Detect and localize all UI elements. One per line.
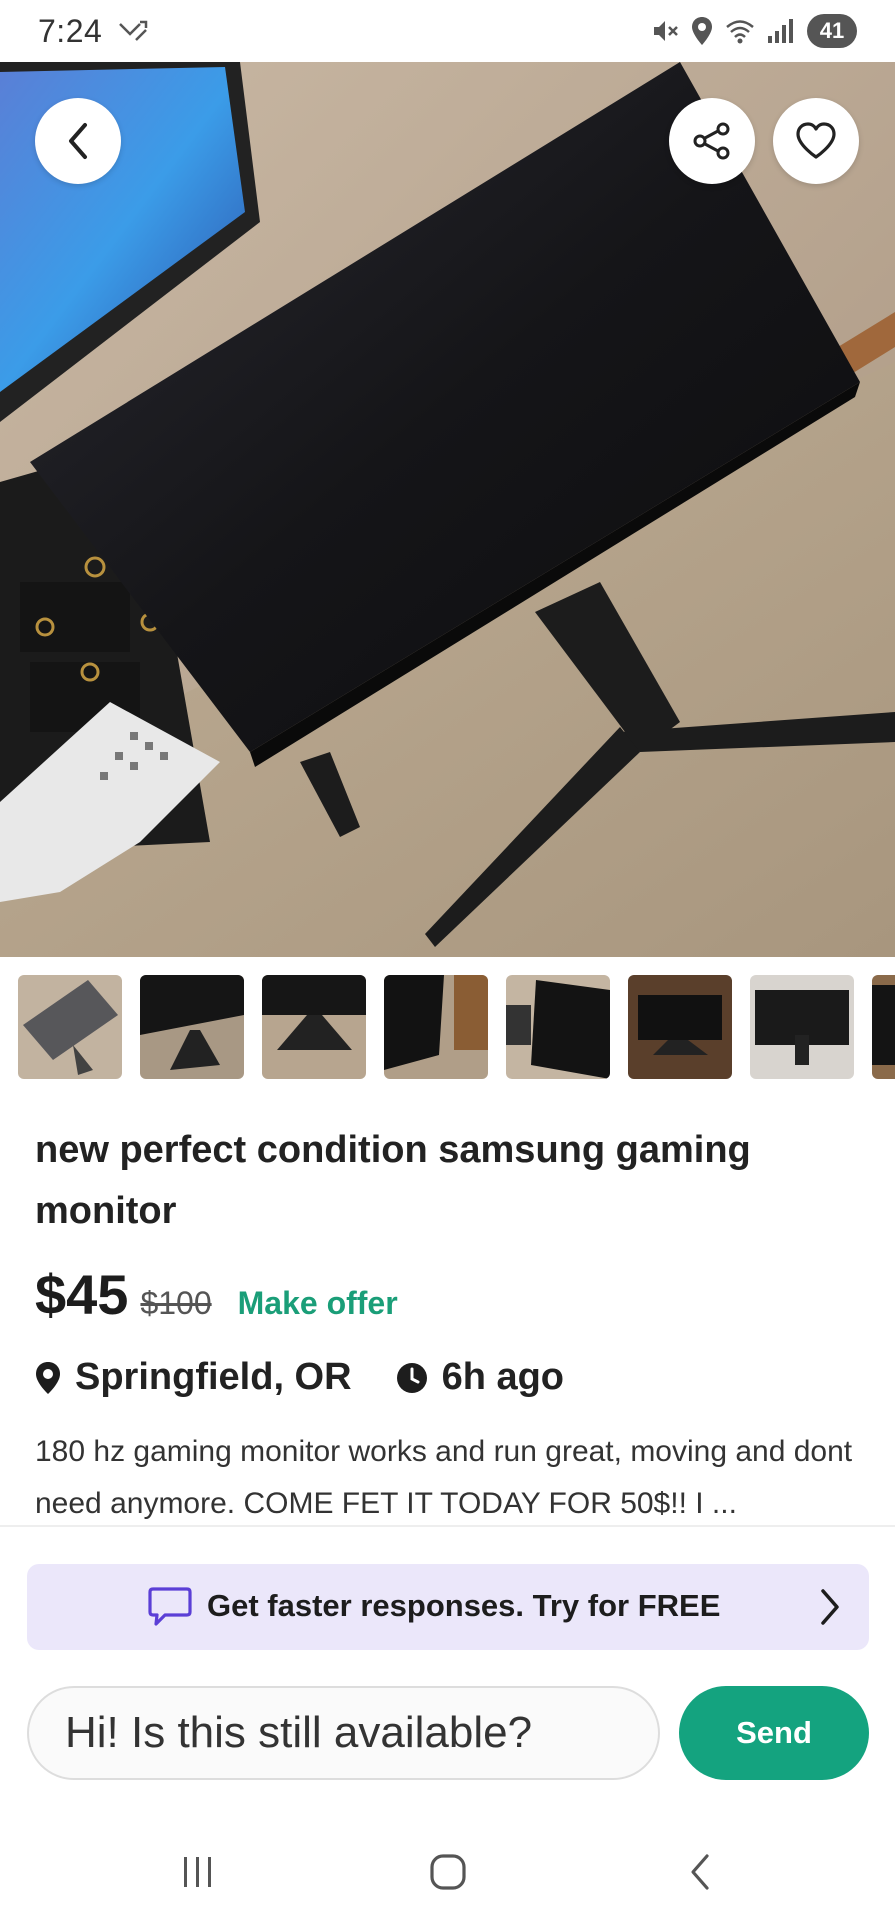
heart-icon [796,122,836,159]
back-button[interactable] [35,98,121,184]
message-input[interactable] [27,1686,660,1780]
favorite-button[interactable] [773,98,859,184]
recent-apps-icon [184,1857,211,1887]
home-button[interactable] [426,1850,470,1894]
promo-text: Get faster responses. Try for FREE [207,1588,721,1623]
home-icon [430,1854,466,1890]
chevron-left-icon [69,123,87,159]
posted-time: 6h ago [441,1356,565,1398]
share-button[interactable] [669,98,755,184]
divider [0,1525,895,1527]
thumbnail[interactable] [506,975,610,1079]
listing-meta: Springfield, OR 6h ago [35,1356,564,1399]
system-nav-bar [0,1820,895,1920]
signal-icon [768,19,793,43]
original-price: $100 [140,1285,212,1321]
missed-call-icon [119,20,148,41]
thumbnail[interactable] [262,975,366,1079]
thumbnail[interactable] [750,975,854,1079]
chat-bubble-icon [148,1587,192,1626]
price: $45 [35,1263,129,1326]
chevron-right-icon [821,1589,839,1625]
thumbnail[interactable] [384,975,488,1079]
monitor-photo [0,62,895,957]
status-time: 7:24 [38,12,103,49]
battery-indicator: 41 [807,14,857,48]
price-row: $45 $100 Make offer [35,1262,398,1327]
recent-apps-button[interactable] [178,1850,218,1894]
status-bar: 7:24 41 [0,0,895,62]
map-pin-icon [36,1361,60,1394]
back-icon [691,1854,709,1890]
thumbnail[interactable] [140,975,244,1079]
thumbnail[interactable] [628,975,732,1079]
location-text[interactable]: Springfield, OR [75,1356,352,1399]
status-icons: 41 [651,14,857,48]
thumbnail[interactable] [18,975,122,1079]
listing-description[interactable]: 180 hz gaming monitor works and run grea… [35,1426,865,1530]
promo-banner[interactable]: Get faster responses. Try for FREE [27,1564,869,1650]
location-status-icon [692,17,712,45]
make-offer-link[interactable]: Make offer [238,1285,398,1322]
system-back-button[interactable] [682,1850,718,1894]
thumbnail[interactable] [872,975,895,1079]
share-icon [693,122,730,160]
listing-title: new perfect condition samsung gaming mon… [35,1129,751,1232]
wifi-icon [726,20,754,44]
thumbnail-strip[interactable] [18,975,895,1079]
clock-icon [396,1362,427,1393]
mute-icon [654,21,678,41]
listing-photo[interactable] [0,62,895,957]
send-button[interactable]: Send [679,1686,869,1780]
